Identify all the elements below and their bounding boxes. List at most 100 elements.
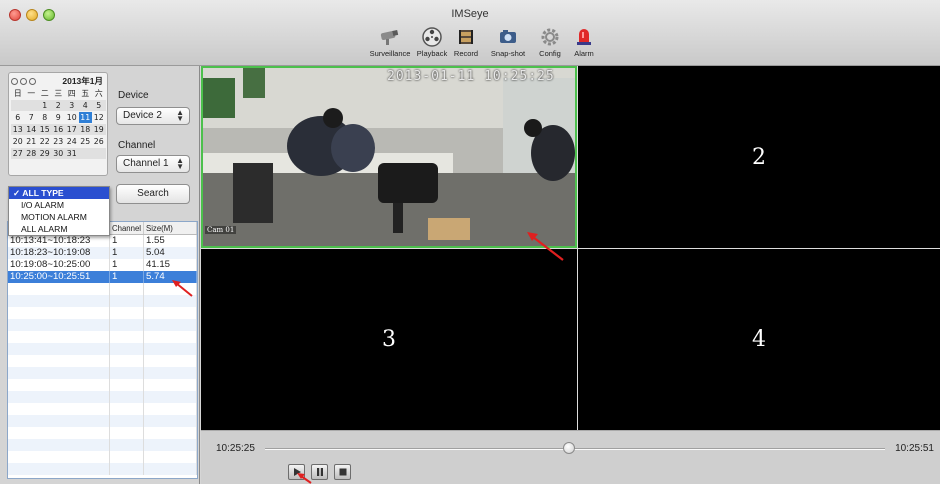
type-option-io-alarm[interactable]: I/O ALARM (9, 199, 109, 211)
calendar-day[interactable]: 10 (65, 112, 79, 123)
table-row[interactable] (8, 451, 197, 463)
video-cell-1[interactable]: 2013-01-11 10:25:25 Cam 01 (201, 66, 577, 248)
calendar-day[interactable]: 20 (11, 136, 25, 147)
video-cell-2[interactable]: 2 (578, 66, 940, 248)
record-size-cell (144, 295, 197, 307)
toolbar-playback-button[interactable]: Playback (415, 26, 449, 58)
table-row[interactable] (8, 439, 197, 451)
pause-button[interactable] (311, 464, 328, 480)
calendar-day[interactable]: 18 (78, 124, 92, 135)
calendar-day[interactable]: 22 (38, 136, 52, 147)
record-channel-cell (110, 355, 144, 367)
table-row[interactable] (8, 283, 197, 295)
table-row[interactable] (8, 379, 197, 391)
table-row[interactable] (8, 403, 197, 415)
calendar-day[interactable]: 29 (38, 148, 52, 159)
table-row[interactable] (8, 307, 197, 319)
alarm-type-dropdown-menu[interactable]: ✓ ALL TYPE I/O ALARM MOTION ALARM ALL AL… (8, 186, 110, 236)
toolbar-record-button[interactable]: Record (449, 26, 483, 58)
calendar-day[interactable]: 2 (51, 100, 65, 111)
channel-label: Channel (118, 140, 156, 151)
timeline-slider-knob[interactable] (562, 442, 575, 454)
table-row[interactable] (8, 331, 197, 343)
table-row[interactable] (8, 415, 197, 427)
calendar-day[interactable]: 3 (65, 100, 79, 111)
calendar-day[interactable]: 5 (92, 100, 106, 111)
playback-timeline-slider[interactable] (265, 448, 885, 450)
type-option-motion-alarm[interactable]: MOTION ALARM (9, 211, 109, 223)
calendar-day[interactable]: 24 (65, 136, 79, 147)
playback-reel-icon (419, 26, 445, 48)
table-row[interactable] (8, 367, 197, 379)
calendar-grid: 日一二三四五六 1 2 3 4 5 6 7 8 9 10 11 12 13 14 15 16 17 18 19 20 21… (11, 88, 106, 159)
playback-start-time: 10:25:25 (216, 443, 255, 454)
record-channel-cell (110, 451, 144, 463)
calendar-day[interactable]: 9 (52, 112, 66, 123)
device-select[interactable]: Device 2 ▲ ▼ (116, 107, 190, 125)
record-channel-cell (110, 379, 144, 391)
column-header-size[interactable]: Size(M) (144, 222, 197, 234)
calendar-day[interactable]: 30 (51, 148, 65, 159)
table-row[interactable]: 10:25:00~10:25:51 1 5.74 (8, 271, 197, 283)
calendar-day[interactable]: 7 (25, 112, 39, 123)
calendar-today-button[interactable] (20, 77, 27, 85)
calendar-day[interactable]: 17 (65, 124, 79, 135)
video-cell-3[interactable]: 3 (201, 249, 577, 430)
table-row[interactable]: 10:19:08~10:25:00 1 41.15 (8, 259, 197, 271)
calendar-day[interactable]: 15 (38, 124, 52, 135)
calendar-day[interactable]: 19 (92, 124, 106, 135)
toolbar-config-button[interactable]: Config (533, 26, 567, 58)
search-button[interactable]: Search (116, 184, 190, 204)
table-row[interactable]: 10:18:23~10:19:08 1 5.04 (8, 247, 197, 259)
calendar-day-empty (11, 100, 25, 111)
table-row[interactable] (8, 463, 197, 475)
record-channel-cell (110, 463, 144, 475)
table-body: 10:13:41~10:18:23 1 1.55 10:18:23~10:19:08 1… (8, 235, 197, 475)
calendar-day[interactable]: 28 (24, 148, 38, 159)
calendar-day[interactable]: 8 (38, 112, 52, 123)
date-picker-calendar[interactable]: 2013年1月 日一二三四五六 1 2 3 4 5 6 7 8 9 10 11 12 13 14 15 16 17… (8, 72, 108, 176)
record-size-cell: 5.74 (144, 271, 197, 283)
calendar-day[interactable]: 1 (38, 100, 52, 111)
toolbar-alarm-button[interactable]: Alarm (567, 26, 601, 58)
record-list-table[interactable]: Channel Size(M) 10:13:41~10:18:23 1 1.55 10… (7, 221, 198, 479)
play-button[interactable] (288, 464, 305, 480)
table-row[interactable] (8, 427, 197, 439)
calendar-day[interactable]: 23 (52, 136, 66, 147)
calendar-day[interactable]: 25 (79, 136, 93, 147)
record-time-cell (8, 415, 110, 427)
table-row[interactable] (8, 295, 197, 307)
calendar-day[interactable]: 11 (78, 112, 92, 123)
calendar-day[interactable]: 21 (25, 136, 39, 147)
calendar-prev-button[interactable] (11, 77, 18, 85)
toolbar-surveillance-button[interactable]: Surveillance (365, 26, 415, 58)
calendar-day[interactable]: 26 (92, 136, 106, 147)
record-size-cell (144, 427, 197, 439)
record-channel-cell (110, 391, 144, 403)
type-option-all-type[interactable]: ✓ ALL TYPE (9, 187, 109, 199)
calendar-next-button[interactable] (29, 77, 36, 85)
calendar-day[interactable]: 6 (11, 112, 25, 123)
table-row[interactable] (8, 355, 197, 367)
pause-icon (316, 468, 323, 476)
toolbar-snapshot-button[interactable]: Snap-shot (483, 26, 533, 58)
table-row[interactable] (8, 391, 197, 403)
table-row[interactable]: 10:13:41~10:18:23 1 1.55 (8, 235, 197, 247)
calendar-nav (11, 77, 36, 85)
type-option-all-alarm[interactable]: ALL ALARM (9, 223, 109, 235)
calendar-day[interactable]: 12 (92, 112, 106, 123)
record-channel-cell (110, 415, 144, 427)
calendar-day[interactable]: 31 (65, 148, 79, 159)
calendar-day[interactable]: 14 (24, 124, 38, 135)
table-row[interactable] (8, 319, 197, 331)
channel-select[interactable]: Channel 1 ▲ ▼ (116, 155, 190, 173)
calendar-day[interactable]: 16 (51, 124, 65, 135)
video-cell-4[interactable]: 4 (578, 249, 940, 430)
record-time-cell (8, 427, 110, 439)
table-row[interactable] (8, 343, 197, 355)
calendar-day[interactable]: 4 (78, 100, 92, 111)
column-header-channel[interactable]: Channel (110, 222, 144, 234)
calendar-day[interactable]: 27 (11, 148, 25, 159)
stop-button[interactable] (334, 464, 351, 480)
calendar-day[interactable]: 13 (11, 124, 25, 135)
